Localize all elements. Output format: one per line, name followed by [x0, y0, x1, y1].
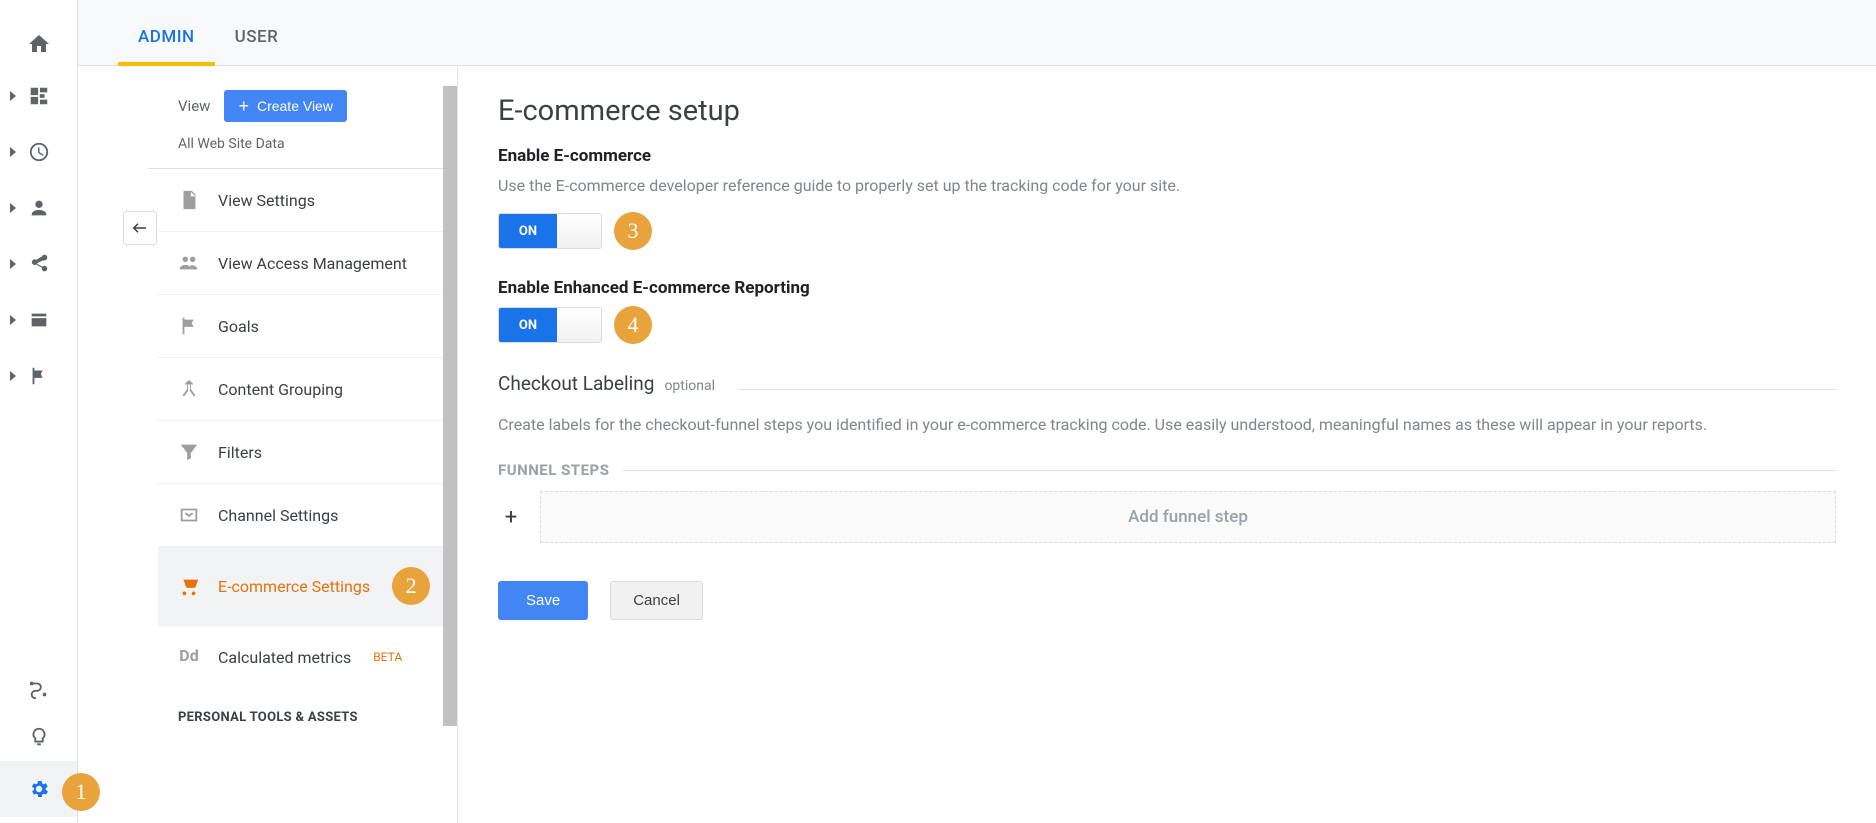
gear-icon: [28, 778, 50, 800]
home-nav[interactable]: [0, 20, 77, 68]
menu-label: Content Grouping: [218, 380, 343, 399]
optional-label: optional: [664, 378, 715, 394]
menu-content-grouping[interactable]: Content Grouping: [158, 358, 457, 421]
cancel-button[interactable]: Cancel: [610, 581, 703, 620]
channel-icon: [178, 504, 200, 526]
checkout-labeling-desc: Create labels for the checkout-funnel st…: [498, 413, 1836, 437]
menu-label: View Settings: [218, 191, 315, 210]
view-name[interactable]: All Web Site Data: [148, 136, 457, 169]
ecommerce-setup-panel: E-commerce setup Enable E-commerce Use t…: [458, 66, 1876, 823]
toggle-on-label: ON: [499, 308, 557, 342]
menu-label: Filters: [218, 443, 262, 462]
menu-label: Channel Settings: [218, 506, 338, 525]
people-icon: [178, 252, 200, 274]
menu-label: View Access Management: [218, 254, 407, 273]
attribution-nav[interactable]: [0, 665, 77, 713]
triangle-icon: [10, 203, 16, 213]
add-funnel-step-field[interactable]: Add funnel step: [540, 491, 1836, 543]
enable-ecommerce-label: Enable E-commerce: [498, 146, 1836, 166]
checkout-labeling-label: Checkout Labeling: [498, 372, 654, 395]
home-icon: [27, 32, 51, 56]
conversions-nav[interactable]: [0, 348, 77, 404]
tab-admin[interactable]: ADMIN: [118, 27, 215, 65]
triangle-icon: [10, 315, 16, 325]
column-scrollbar[interactable]: [443, 86, 457, 726]
beta-badge: BETA: [373, 650, 402, 664]
create-view-label: Create View: [257, 98, 333, 114]
person-icon: [28, 197, 50, 219]
menu-label: Goals: [218, 317, 259, 336]
funnel-steps-header: FUNNEL STEPS: [498, 461, 1836, 479]
lightbulb-icon: [28, 726, 50, 748]
annotation-4: 4: [614, 306, 652, 344]
enable-ecommerce-toggle[interactable]: ON: [498, 213, 602, 249]
behavior-nav[interactable]: [0, 292, 77, 348]
toggle-handle: [557, 214, 601, 248]
enable-enhanced-toggle[interactable]: ON: [498, 307, 602, 343]
share-icon: [28, 253, 50, 275]
menu-label: E-commerce Settings: [218, 577, 370, 596]
enable-ecommerce-desc: Use the E-commerce developer reference g…: [498, 174, 1836, 198]
customization-nav[interactable]: [0, 68, 77, 124]
menu-ecommerce-settings[interactable]: E-commerce Settings 2: [158, 547, 457, 626]
annotation-2: 2: [392, 567, 430, 605]
acquisition-nav[interactable]: [0, 236, 77, 292]
add-funnel-step-plus[interactable]: +: [498, 505, 524, 530]
create-view-button[interactable]: + Create View: [224, 90, 347, 122]
flag-icon: [178, 315, 200, 337]
view-column: View + Create View All Web Site Data Vie…: [78, 66, 458, 823]
document-icon: [178, 189, 200, 211]
tab-user[interactable]: USER: [215, 27, 299, 65]
merge-icon: [178, 378, 200, 400]
menu-goals[interactable]: Goals: [158, 295, 457, 358]
menu-view-access[interactable]: View Access Management: [158, 232, 457, 295]
view-label: View: [178, 97, 210, 115]
realtime-nav[interactable]: [0, 124, 77, 180]
dashboard-icon: [28, 85, 50, 107]
page-title: E-commerce setup: [498, 94, 1836, 128]
menu-calculated-metrics[interactable]: Dd Calculated metrics BETA: [158, 626, 457, 688]
enable-enhanced-label: Enable Enhanced E-commerce Reporting: [498, 278, 1836, 298]
back-arrow-icon: [131, 221, 149, 235]
cart-icon: [178, 575, 200, 597]
toggle-handle: [557, 308, 601, 342]
discover-nav[interactable]: [0, 713, 77, 761]
menu-channel-settings[interactable]: Channel Settings: [158, 484, 457, 547]
admin-tabs: ADMIN USER: [78, 0, 1876, 66]
back-button[interactable]: [123, 211, 157, 245]
flag-icon: [28, 365, 50, 387]
annotation-3: 3: [614, 212, 652, 250]
menu-view-settings[interactable]: View Settings: [158, 169, 457, 232]
left-nav-rail: 1: [0, 0, 78, 823]
page-icon: [28, 309, 50, 331]
triangle-icon: [10, 91, 16, 101]
triangle-icon: [10, 147, 16, 157]
menu-filters[interactable]: Filters: [158, 421, 457, 484]
personal-tools-header: PERSONAL TOOLS & ASSETS: [158, 688, 457, 725]
view-menu: View Settings View Access Management Goa…: [148, 169, 457, 725]
menu-label: Calculated metrics: [218, 648, 351, 667]
audience-nav[interactable]: [0, 180, 77, 236]
filter-icon: [178, 441, 200, 463]
save-button[interactable]: Save: [498, 581, 588, 620]
toggle-on-label: ON: [499, 214, 557, 248]
triangle-icon: [10, 259, 16, 269]
plus-icon: +: [238, 97, 249, 115]
path-icon: [28, 678, 50, 700]
dd-icon: Dd: [178, 646, 200, 668]
triangle-icon: [10, 371, 16, 381]
clock-icon: [28, 141, 50, 163]
checkout-labeling-header: Checkout Labeling optional: [498, 372, 1836, 395]
